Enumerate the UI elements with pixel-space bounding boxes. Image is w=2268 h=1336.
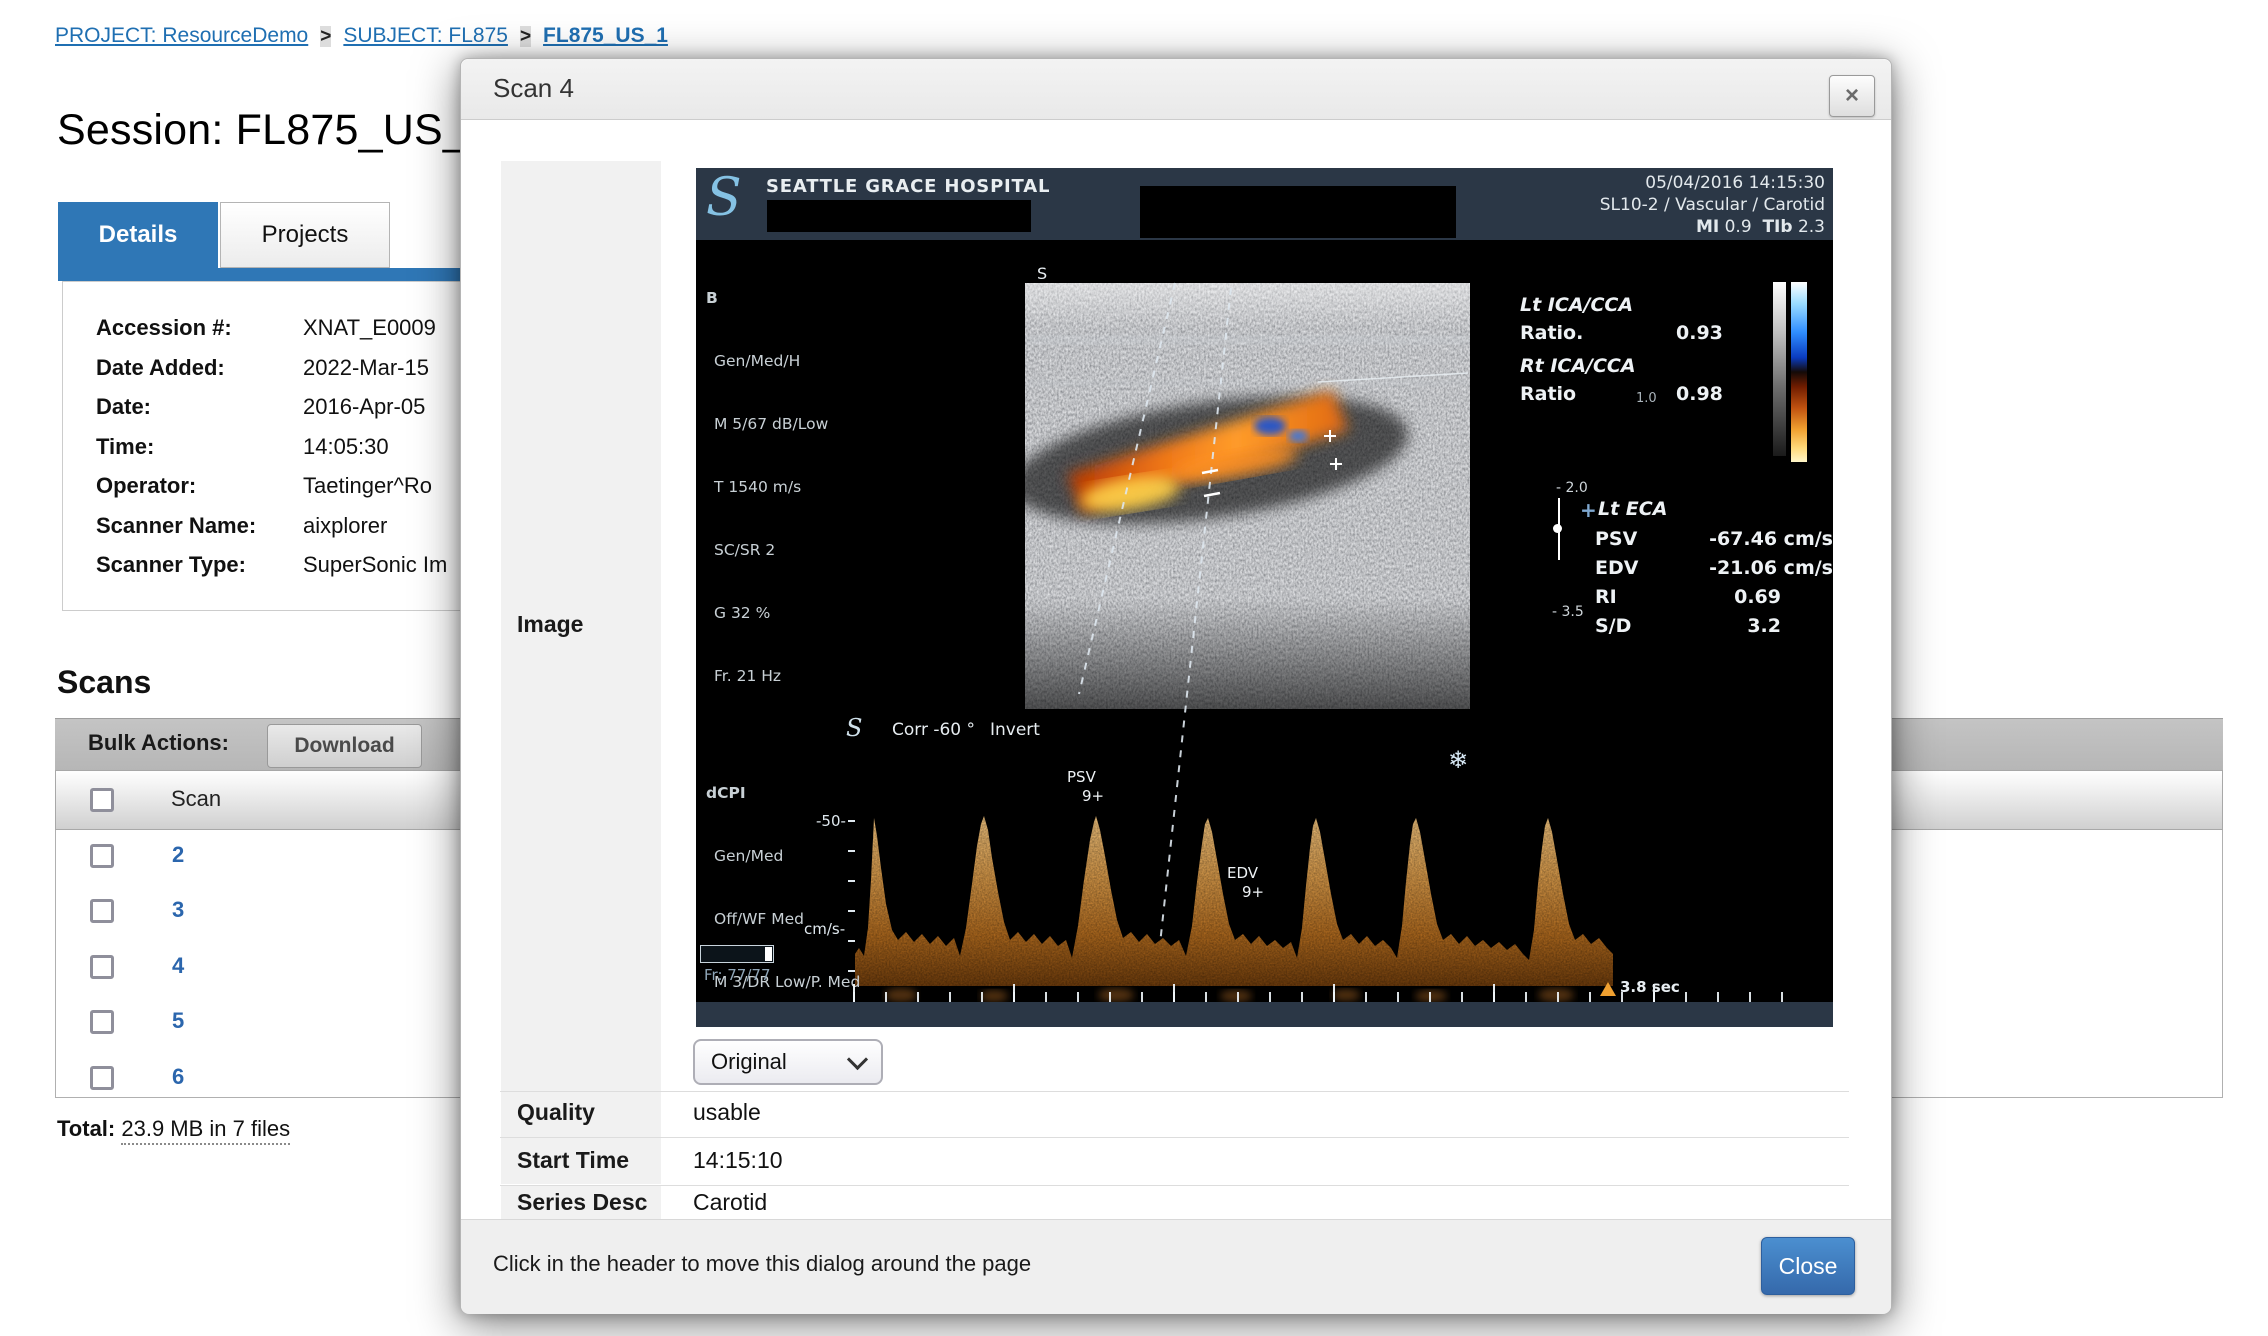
- detail-value: 2022-Mar-15: [303, 348, 429, 388]
- orientation-marker: S: [1037, 264, 1047, 283]
- total-label: Total:: [57, 1116, 115, 1141]
- image-row-label: Image: [517, 611, 583, 638]
- scan-link[interactable]: 4: [172, 953, 184, 979]
- probe-preset: SL10-2 / Vascular / Carotid: [1600, 194, 1825, 216]
- scan-link[interactable]: 2: [172, 842, 184, 868]
- image-version-value: Original: [711, 1049, 787, 1075]
- download-button[interactable]: Download: [267, 724, 422, 768]
- breadcrumb-separator: >: [320, 26, 331, 47]
- detail-value: 2016-Apr-05: [303, 387, 425, 427]
- grayscale-colorbar: [1773, 282, 1786, 456]
- scan-link[interactable]: 5: [172, 1008, 184, 1034]
- rt-ica-title: Rt ICA/CCA: [1520, 355, 1723, 383]
- eca-measurements: PSV-67.46 cm/s EDV-21.06 cm/s RI0.69 S/D…: [1595, 528, 1833, 644]
- row-divider: [500, 1091, 1849, 1092]
- series-desc-value: Carotid: [693, 1189, 767, 1216]
- scan-column-header: Scan: [171, 786, 221, 812]
- breadcrumb-session-link[interactable]: FL875_US_1: [543, 24, 668, 47]
- tab-details[interactable]: Details: [58, 202, 218, 268]
- time-cursor-icon: [1600, 982, 1616, 996]
- detail-value: aixplorer: [303, 506, 387, 546]
- doppler-blue-alias: [1254, 417, 1286, 435]
- bulk-actions-label: Bulk Actions:: [88, 730, 229, 756]
- total-files-link[interactable]: 23.9 MB in 7 files: [121, 1116, 290, 1145]
- scan-link[interactable]: 6: [172, 1064, 184, 1090]
- bmode-region: [1004, 283, 1470, 709]
- scan-row-checkbox[interactable]: [90, 1010, 114, 1034]
- scan-row-checkbox[interactable]: [90, 899, 114, 923]
- supersonic-mini-logo-icon: S: [846, 714, 862, 742]
- depth-scale-dot: [1553, 524, 1562, 533]
- eca-title: Lt ECA: [1598, 498, 1667, 520]
- velocity-axis-label: -50-: [816, 812, 846, 830]
- xnat-session-page: PROJECT: ResourceDemo > SUBJECT: FL875 > FL8…: [0, 0, 2268, 1336]
- frame-progress-bar: [700, 945, 774, 963]
- start-time-value: 14:15:10: [693, 1147, 783, 1174]
- redacted-patient-info: [1140, 186, 1456, 238]
- detail-value: XNAT_E0009: [303, 308, 436, 348]
- eca-cursor-icon: +: [1580, 498, 1597, 522]
- time-marker: 3.8 sec: [1620, 978, 1680, 996]
- hospital-name: SEATTLE GRACE HOSPITAL: [766, 176, 1050, 197]
- page-title: Session: FL875_US_1: [57, 106, 491, 155]
- scans-heading: Scans: [57, 664, 151, 701]
- psv-marker: PSV: [1067, 768, 1096, 786]
- frame-counter: Fr: 77/77: [704, 966, 771, 984]
- breadcrumb-separator: >: [520, 26, 531, 47]
- series-desc-label: Series Desc: [517, 1189, 647, 1216]
- dialog-header[interactable]: [461, 59, 1891, 120]
- scan-row-checkbox[interactable]: [90, 955, 114, 979]
- ultrasound-image: S SEATTLE GRACE HOSPITAL 05/04/2016 14:1…: [696, 168, 1833, 1027]
- detail-value: Taetinger^Ro: [303, 466, 432, 506]
- row-divider: [500, 1185, 1849, 1186]
- scan-row-checkbox[interactable]: [90, 844, 114, 868]
- scan-link[interactable]: 3: [172, 897, 184, 923]
- redacted-patient-info: [767, 200, 1031, 232]
- depth-marker-bottom: - 3.5: [1552, 604, 1584, 620]
- scan-row-checkbox[interactable]: [90, 1066, 114, 1090]
- edv-marker-number: 9+: [1242, 883, 1264, 901]
- doppler-colorbar: [1791, 282, 1807, 462]
- output-indices: MI 0.9 TIb 2.3: [1600, 216, 1825, 238]
- start-time-label: Start Time: [517, 1147, 629, 1174]
- exam-datetime: 05/04/2016 14:15:30: [1600, 172, 1825, 194]
- detail-value: SuperSonic Im: [303, 545, 447, 585]
- velocity-axis-ticks: [848, 820, 855, 986]
- total-files: Total: 23.9 MB in 7 files: [57, 1116, 290, 1142]
- breadcrumb: PROJECT: ResourceDemo > SUBJECT: FL875 > FL8…: [55, 24, 668, 48]
- dialog-title: Scan 4: [493, 73, 574, 104]
- dialog-drag-hint: Click in the header to move this dialog …: [493, 1251, 1031, 1277]
- freeze-icon: ❄: [1448, 746, 1468, 774]
- close-button[interactable]: Close: [1761, 1237, 1855, 1295]
- quality-label: Quality: [517, 1099, 595, 1126]
- angle-correction-label: Corr -60 °: [892, 720, 975, 740]
- breadcrumb-subject-link[interactable]: SUBJECT: FL875: [343, 24, 508, 47]
- detail-value: 14:05:30: [303, 427, 389, 467]
- tab-projects[interactable]: Projects: [220, 202, 390, 268]
- lt-ica-title: Lt ICA/CCA: [1520, 294, 1723, 322]
- depth-marker-top: - 2.0: [1556, 480, 1588, 496]
- edv-marker: EDV: [1227, 864, 1258, 882]
- quality-value: usable: [693, 1099, 761, 1126]
- velocity-axis-unit: cm/s-: [804, 920, 845, 938]
- row-divider: [500, 1137, 1849, 1138]
- invert-label: Invert: [990, 720, 1040, 740]
- select-all-checkbox[interactable]: [90, 788, 114, 812]
- dialog-close-icon[interactable]: ×: [1829, 75, 1875, 117]
- image-version-select[interactable]: Original: [693, 1039, 883, 1085]
- psv-marker-number: 9+: [1082, 787, 1104, 805]
- ica-cca-measurements: Lt ICA/CCA Ratio.0.93 Rt ICA/CCA Ratio1.…: [1520, 294, 1723, 416]
- breadcrumb-project-link[interactable]: PROJECT: ResourceDemo: [55, 24, 308, 47]
- ultrasound-footer-bar: [696, 1002, 1833, 1027]
- supersonic-logo-icon: S: [706, 168, 742, 228]
- exam-info: 05/04/2016 14:15:30 SL10-2 / Vascular / …: [1600, 172, 1825, 238]
- chevron-down-icon: [847, 1048, 868, 1069]
